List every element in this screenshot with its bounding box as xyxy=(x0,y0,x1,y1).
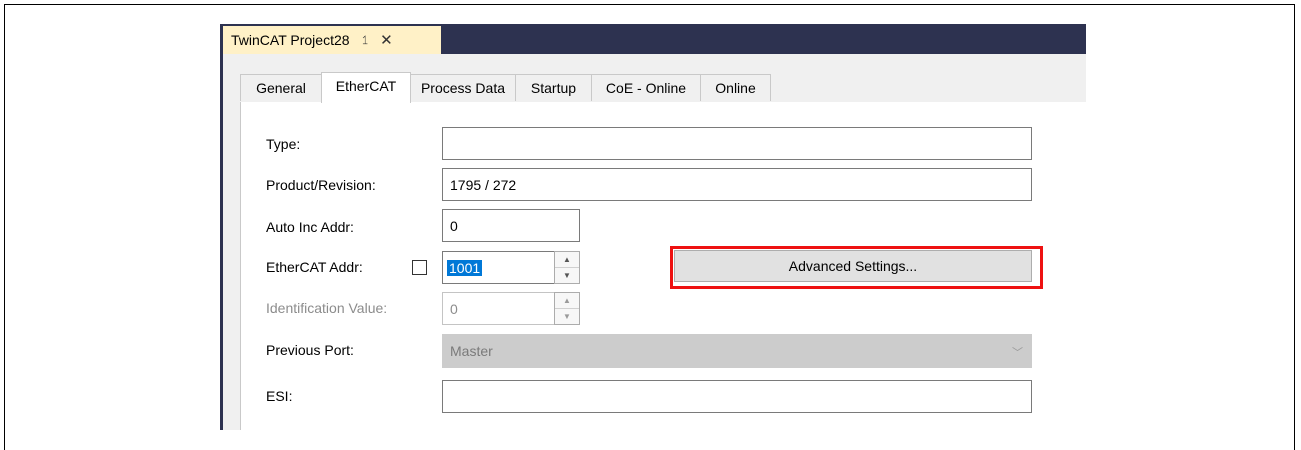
esi-field[interactable] xyxy=(442,380,1032,413)
tab-coe-online[interactable]: CoE - Online xyxy=(591,74,701,101)
twincat-window: TwinCAT Project28 ⥠ ✕ General EtherCAT P… xyxy=(220,24,1086,430)
spin-up-icon: ▲ xyxy=(555,293,579,309)
tab-label: CoE - Online xyxy=(605,80,687,96)
property-tabstrip: General EtherCAT Process Data Startup Co… xyxy=(240,72,1086,103)
tab-label: EtherCAT xyxy=(335,78,397,94)
type-label: Type: xyxy=(266,136,301,152)
ethercat-addr-selected-text: 1001 xyxy=(447,259,483,276)
tab-label: Startup xyxy=(530,80,577,96)
auto-inc-addr-field[interactable]: 0 xyxy=(442,209,580,242)
tab-general[interactable]: General xyxy=(240,74,322,101)
identification-value-spinner: ▲ ▼ xyxy=(554,292,580,325)
previous-port-value: Master xyxy=(450,343,493,359)
auto-inc-addr-label: Auto Inc Addr: xyxy=(266,219,354,235)
document-tab[interactable]: TwinCAT Project28 ⥠ ✕ xyxy=(223,26,441,54)
tab-online[interactable]: Online xyxy=(700,74,771,101)
ethercat-addr-spinner[interactable]: ▲ ▼ xyxy=(554,251,580,284)
esi-label: ESI: xyxy=(266,388,293,404)
chevron-down-icon: ﹀ xyxy=(1012,347,1023,359)
tab-label: General xyxy=(256,80,306,96)
tab-ethercat[interactable]: EtherCAT xyxy=(321,72,411,103)
identification-value-label: Identification Value: xyxy=(266,300,388,316)
spin-down-icon[interactable]: ▼ xyxy=(555,268,579,284)
product-revision-field[interactable]: 1795 / 272 xyxy=(442,168,1032,201)
ethercat-addr-input[interactable]: 1001 xyxy=(442,251,555,284)
tab-label: Online xyxy=(715,80,756,96)
previous-port-dropdown: Master ﹀ xyxy=(442,334,1032,368)
document-tab-bar: TwinCAT Project28 ⥠ ✕ xyxy=(220,24,1086,54)
product-revision-label: Product/Revision: xyxy=(266,177,376,193)
ethercat-addr-label: EtherCAT Addr: xyxy=(266,259,363,275)
tab-label: Process Data xyxy=(420,80,506,96)
document-tab-title: TwinCAT Project28 xyxy=(231,32,350,48)
tab-startup[interactable]: Startup xyxy=(515,74,592,101)
spin-down-icon: ▼ xyxy=(563,311,571,321)
previous-port-label: Previous Port: xyxy=(266,342,354,358)
ethercat-addr-checkbox[interactable] xyxy=(412,260,427,275)
close-icon[interactable]: ✕ xyxy=(380,31,393,49)
pin-icon[interactable]: ⥠ xyxy=(363,33,369,48)
tab-process-data[interactable]: Process Data xyxy=(410,74,516,101)
identification-value-input: 0 xyxy=(442,292,555,325)
spin-up-icon[interactable]: ▲ xyxy=(555,252,579,268)
type-field[interactable] xyxy=(442,127,1032,160)
highlight-box xyxy=(670,246,1043,289)
